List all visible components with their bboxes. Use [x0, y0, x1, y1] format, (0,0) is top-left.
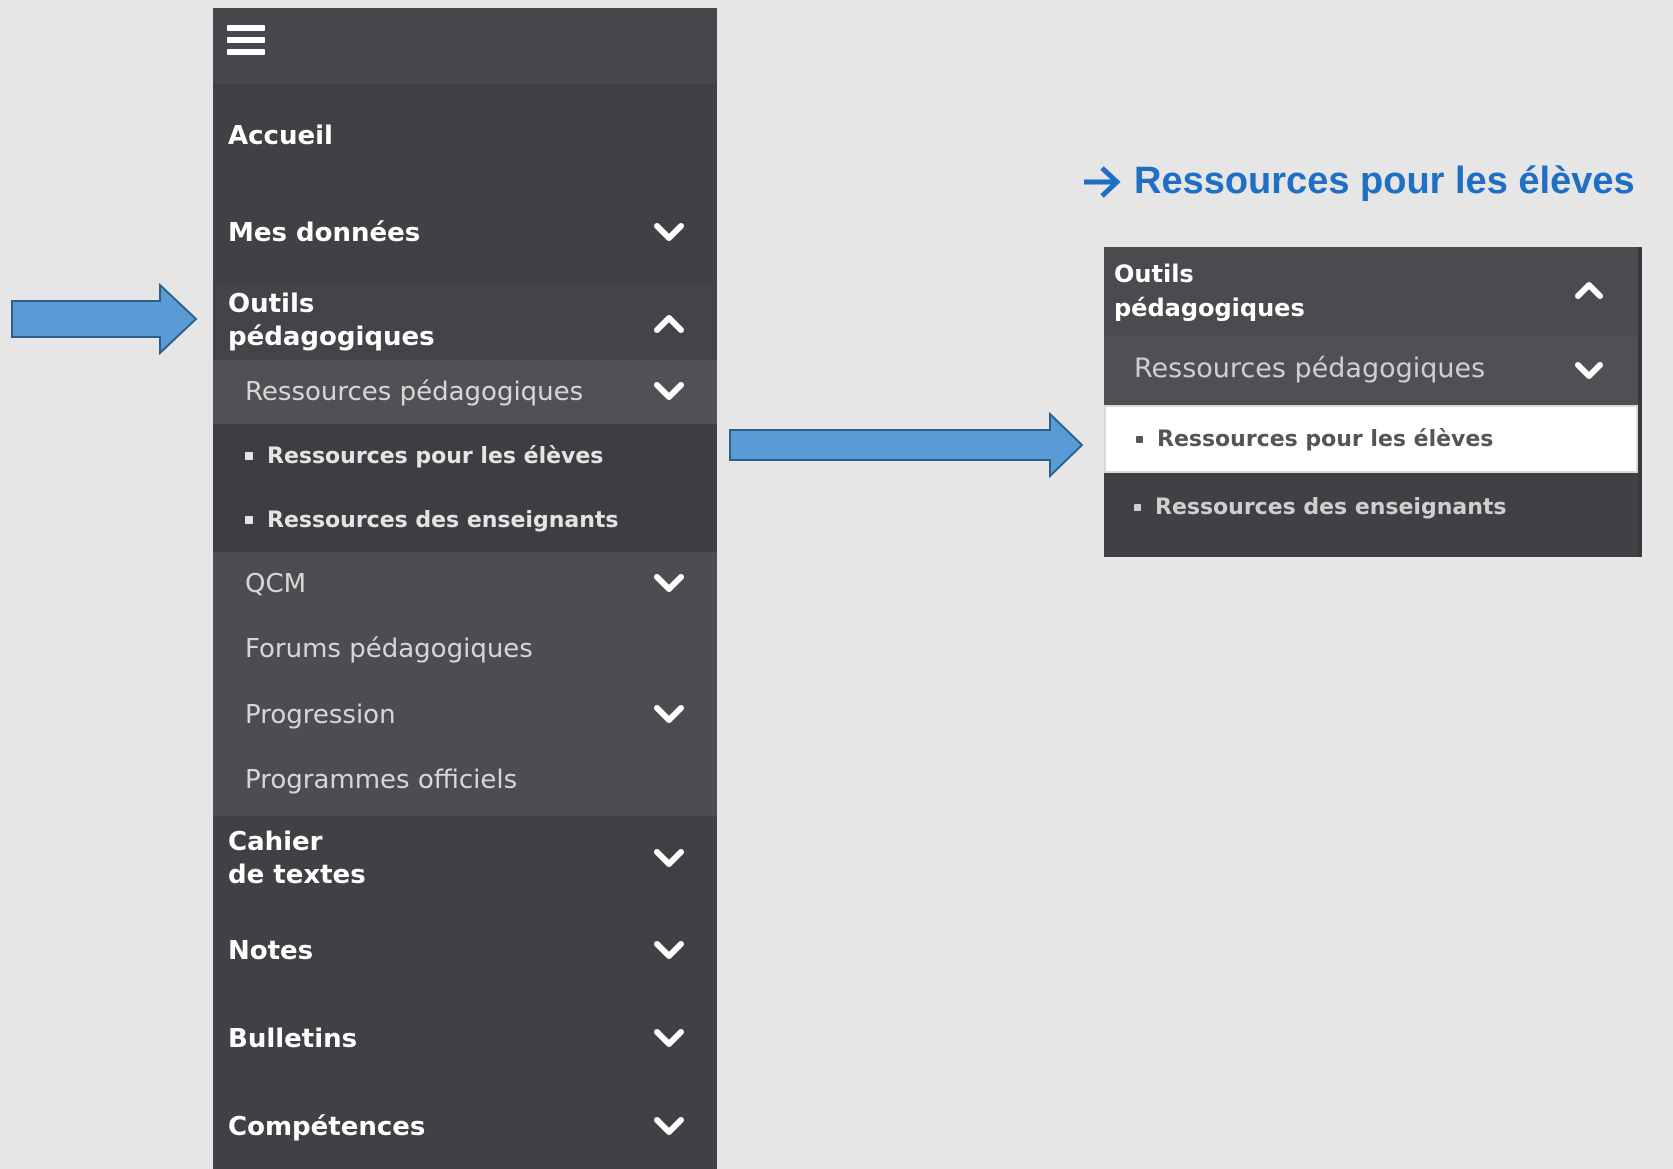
- zoomed-menu-excerpt: Outils pédagogiques Ressources pédagogiq…: [1104, 247, 1642, 557]
- pointer-arrow-middle: [729, 412, 1084, 478]
- sidebar-item-label: Programmes officiels: [245, 765, 518, 795]
- sidebar-item-label: Ressources pour les élèves: [267, 443, 604, 469]
- sidebar-item-label: Forums pédagogiques: [245, 634, 533, 664]
- sidebar-item-label-line1: Cahier: [228, 827, 323, 857]
- sidebar-item-progression[interactable]: Progression: [213, 682, 717, 748]
- sidebar-item-label: Ressources des enseignants: [267, 507, 619, 533]
- sidebar-item-label: Mes données: [228, 217, 421, 248]
- zoom-item-label: Ressources pour les élèves: [1136, 427, 1493, 452]
- chevron-down-icon[interactable]: [653, 848, 685, 870]
- sidebar-item-programmes[interactable]: Programmes officiels: [213, 748, 717, 812]
- bullet-icon: [245, 452, 253, 460]
- sidebar-item-label: Notes: [228, 935, 314, 966]
- sidebar-item-resources-students[interactable]: Ressources pour les élèves: [213, 424, 717, 488]
- sidebar-item-label-line2: de textes: [228, 860, 366, 890]
- chevron-down-icon[interactable]: [653, 573, 685, 595]
- sidebar-item-notes[interactable]: Notes: [213, 918, 717, 984]
- pointer-arrow-left: [11, 283, 198, 355]
- sidebar-item-home[interactable]: Accueil: [213, 104, 717, 168]
- zoom-item-label-line2: pédagogiques: [1114, 294, 1305, 322]
- menu-header: [213, 8, 717, 84]
- sidebar-item-teaching-tools[interactable]: Outils pédagogiques: [213, 282, 717, 360]
- sidebar-menu: Accueil Mes données Outils pédagogiques …: [213, 8, 717, 1169]
- sidebar-item-label: Progression: [245, 700, 396, 730]
- sidebar-item-label: Bulletins: [228, 1023, 358, 1054]
- sidebar-item-resources-teachers[interactable]: Ressources des enseignants: [213, 488, 717, 552]
- zoom-item-text: Ressources pour les élèves: [1157, 427, 1494, 452]
- resources-submenu: Ressources pour les élèves Ressources de…: [213, 424, 717, 552]
- chevron-down-icon[interactable]: [653, 940, 685, 962]
- teaching-tools-submenu: Ressources pédagogiques Ressources pour …: [213, 360, 717, 816]
- zoom-item-label-line1: Outils: [1114, 260, 1194, 288]
- sidebar-item-notebook[interactable]: Cahier de textes: [213, 820, 717, 898]
- zoom-item-resources-teachers[interactable]: Ressources des enseignants: [1104, 473, 1638, 545]
- arrow-right-icon: [1084, 165, 1121, 198]
- chevron-down-icon[interactable]: [653, 222, 685, 244]
- zoom-item-label: Ressources des enseignants: [1134, 495, 1506, 520]
- chevron-down-icon[interactable]: [653, 381, 685, 403]
- zoom-item-resources[interactable]: Ressources pédagogiques: [1104, 335, 1642, 405]
- zoom-item-label: Ressources pédagogiques: [1134, 353, 1486, 384]
- sidebar-item-label: Accueil: [228, 120, 333, 151]
- zoom-item-text: Ressources des enseignants: [1155, 495, 1507, 520]
- bullet-icon: [1136, 436, 1143, 443]
- sidebar-item-skills[interactable]: Compétences: [213, 1094, 717, 1160]
- scroll-edge: [1638, 247, 1642, 557]
- callout-heading: Ressources pour les élèves: [1082, 160, 1635, 203]
- callout-heading-text: Ressources pour les élèves: [1134, 160, 1635, 202]
- zoom-item-teaching-tools[interactable]: Outils pédagogiques: [1104, 247, 1642, 335]
- zoom-item-resources-students-active[interactable]: Ressources pour les élèves: [1104, 405, 1638, 473]
- hamburger-icon[interactable]: [227, 23, 265, 57]
- sidebar-item-my-data[interactable]: Mes données: [213, 200, 717, 266]
- sidebar-item-qcm[interactable]: QCM: [213, 552, 717, 616]
- chevron-down-icon[interactable]: [653, 1116, 685, 1138]
- chevron-up-icon[interactable]: [1574, 280, 1604, 300]
- chevron-down-icon[interactable]: [653, 704, 685, 726]
- zoom-item-label: Outils pédagogiques: [1114, 257, 1305, 325]
- sidebar-item-resources[interactable]: Ressources pédagogiques: [213, 360, 717, 424]
- sidebar-item-label-line2: pédagogiques: [228, 322, 435, 352]
- chevron-down-icon[interactable]: [653, 1028, 685, 1050]
- chevron-down-icon[interactable]: [1574, 361, 1604, 381]
- sidebar-item-label: Compétences: [228, 1111, 426, 1142]
- sidebar-item-label: Ressources pédagogiques: [245, 377, 584, 407]
- chevron-up-icon[interactable]: [653, 312, 685, 334]
- sidebar-item-bulletins[interactable]: Bulletins: [213, 1006, 717, 1072]
- bullet-icon: [1134, 504, 1141, 511]
- bullet-icon: [245, 516, 253, 524]
- sidebar-item-label-line1: Outils: [228, 289, 315, 319]
- sidebar-item-label: QCM: [245, 569, 307, 599]
- sidebar-item-forums[interactable]: Forums pédagogiques: [213, 616, 717, 682]
